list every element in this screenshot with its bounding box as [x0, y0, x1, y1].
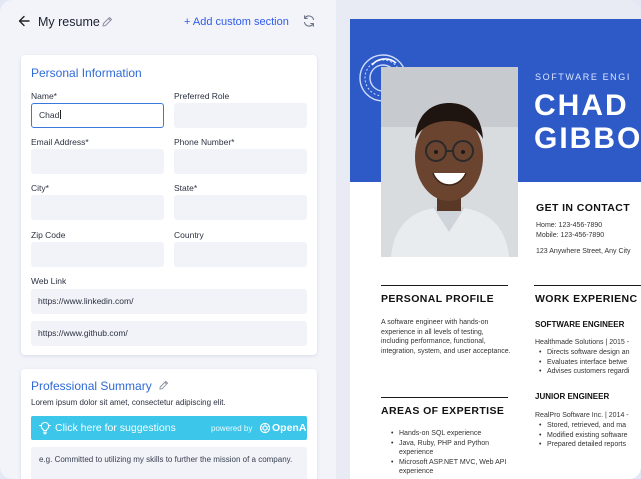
resume-title: My resume — [38, 15, 100, 29]
divider — [381, 285, 508, 286]
web-link-field-linkedin[interactable]: https://www.linkedin.com/ — [31, 289, 307, 314]
list-item: Advises customers regardi — [538, 367, 629, 377]
job1-company: Healthmade Solutions | 2015 - — [535, 339, 630, 346]
web-link-field-github[interactable]: https://www.github.com/ — [31, 321, 307, 346]
email-label: Email Address* — [31, 137, 89, 147]
back-arrow-icon[interactable] — [18, 14, 30, 28]
text-caret — [60, 110, 62, 119]
city-field[interactable] — [31, 195, 164, 220]
country-label: Country — [174, 230, 204, 240]
country-field[interactable] — [174, 242, 307, 267]
job2-bullets: Stored, retrieved, and ma Modified exist… — [538, 421, 628, 450]
resume-page: SOFTWARE ENGI CHAD GIBBO GET IN CONTACT … — [350, 19, 641, 479]
profile-photo — [381, 67, 518, 257]
list-item: Microsoft ASP.NET MVC, Web API experienc… — [390, 458, 508, 477]
state-label: State* — [174, 183, 198, 193]
list-item: Prepared detailed reports — [538, 440, 628, 450]
job2-title: JUNIOR ENGINEER — [535, 392, 610, 401]
expertise-heading: AREAS OF EXPERTISE — [381, 405, 505, 417]
openai-label: OpenAI — [272, 422, 310, 434]
divider — [534, 285, 641, 286]
state-field[interactable] — [174, 195, 307, 220]
personal-information-heading: Personal Information — [31, 66, 142, 80]
resume-role: SOFTWARE ENGI — [535, 72, 631, 82]
refresh-icon[interactable] — [302, 14, 316, 28]
professional-summary-input[interactable]: e.g. Committed to utilizing my skills to… — [31, 447, 307, 479]
contact-mobile-phone: Mobile: 123-456-7890 — [536, 232, 605, 239]
list-item: Directs software design an — [538, 348, 629, 358]
suggestions-label: Click here for suggestions — [55, 422, 176, 434]
name-field[interactable]: Chad — [31, 103, 164, 128]
email-field[interactable] — [31, 149, 164, 174]
contact-heading: GET IN CONTACT — [536, 202, 631, 214]
divider — [381, 397, 508, 398]
professional-summary-heading: Professional Summary — [31, 379, 169, 393]
editor-pane: My resume + Add custom section Personal … — [0, 0, 336, 479]
resume-first-name: CHAD — [534, 89, 629, 122]
preferred-role-label: Preferred Role — [174, 91, 230, 101]
experience-heading: WORK EXPERIENC — [535, 293, 638, 305]
lightbulb-icon — [39, 421, 51, 435]
list-item: Java, Ruby, PHP and Python experience — [390, 439, 508, 458]
pencil-icon[interactable] — [101, 15, 113, 27]
web-link-label: Web Link — [31, 276, 67, 286]
preferred-role-field[interactable] — [174, 103, 307, 128]
profile-heading: PERSONAL PROFILE — [381, 293, 494, 305]
job2-company: RealPro Software Inc. | 2014 - — [535, 412, 629, 419]
name-label: Name* — [31, 91, 57, 101]
phone-field[interactable] — [174, 149, 307, 174]
name-field-value: Chad — [39, 110, 60, 120]
resume-last-name: GIBBO — [534, 122, 641, 155]
city-label: City* — [31, 183, 49, 193]
zip-label: Zip Code — [31, 230, 66, 240]
contact-address: 123 Anywhere Street, Any City — [536, 248, 631, 255]
resume-preview-pane: SOFTWARE ENGI CHAD GIBBO GET IN CONTACT … — [336, 0, 641, 479]
openai-icon — [259, 421, 271, 434]
expertise-list: Hands-on SQL experience Java, Ruby, PHP … — [390, 429, 508, 477]
professional-summary-card: Professional Summary Lorem ipsum dolor s… — [21, 369, 317, 479]
job1-bullets: Directs software design an Evaluates int… — [538, 348, 629, 377]
profile-text: A software engineer with hands-on experi… — [381, 319, 511, 355]
professional-summary-title: Professional Summary — [31, 379, 152, 393]
powered-by-label: powered by — [211, 424, 253, 433]
list-item: Stored, retrieved, and ma — [538, 421, 628, 431]
suggestions-button[interactable]: Click here for suggestions powered by Op… — [31, 416, 310, 440]
pencil-icon[interactable] — [158, 380, 169, 391]
list-item: Modified existing software — [538, 431, 628, 441]
app-frame: My resume + Add custom section Personal … — [0, 0, 641, 479]
contact-home-phone: Home: 123-456-7890 — [536, 222, 603, 229]
job1-title: SOFTWARE ENGINEER — [535, 320, 625, 329]
phone-label: Phone Number* — [174, 137, 235, 147]
list-item: Evaluates interface betwe — [538, 358, 629, 368]
zip-field[interactable] — [31, 242, 164, 267]
summary-subtext: Lorem ipsum dolor sit amet, consectetur … — [31, 398, 226, 407]
add-custom-section-button[interactable]: + Add custom section — [184, 16, 289, 28]
list-item: Hands-on SQL experience — [390, 429, 508, 439]
editor-header: My resume + Add custom section — [0, 0, 336, 44]
personal-information-card: Personal Information Name* Chad Preferre… — [21, 55, 317, 355]
